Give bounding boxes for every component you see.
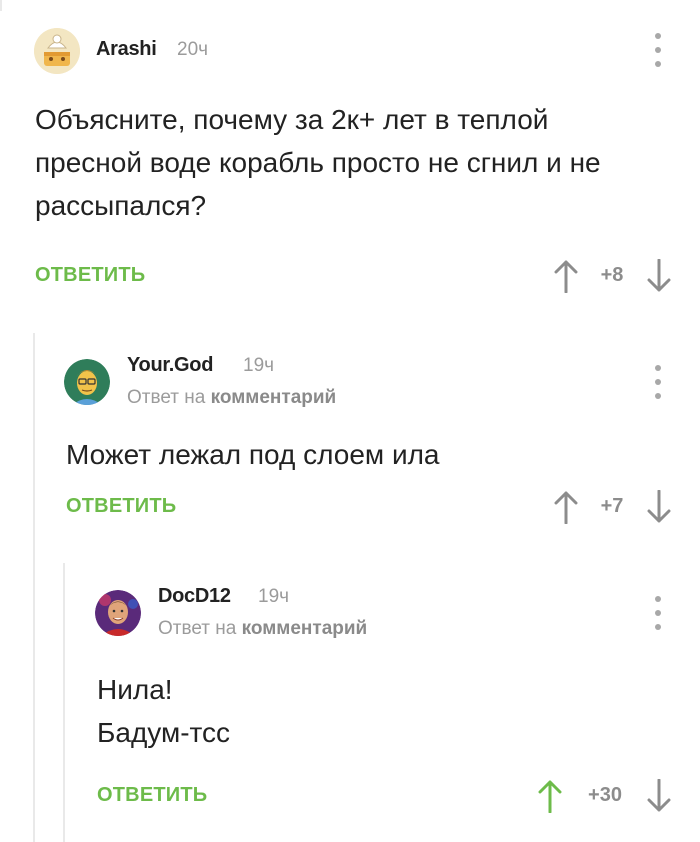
avatar[interactable] (95, 590, 141, 636)
comment-docd12: DocD12 19ч Ответ на комментарий Нила! Ба… (0, 0, 700, 842)
arrow-up-icon[interactable] (537, 779, 563, 814)
comment-author[interactable]: DocD12 (158, 585, 231, 608)
reply-to-link[interactable]: комментарий (242, 618, 368, 639)
comment-text-line: Бадум-тсс (97, 717, 231, 748)
rating-value: +30 (588, 784, 622, 806)
comment-text: Нила! Бадум-тсс (97, 668, 230, 754)
more-vertical-icon[interactable] (648, 596, 668, 630)
comment-time: 19ч (258, 586, 290, 607)
reply-button[interactable]: ОТВЕТИТЬ (97, 784, 207, 807)
reply-to-prefix: Ответ на (158, 618, 237, 639)
comment-text-line: Нила! (97, 674, 173, 705)
arrow-down-icon[interactable] (646, 778, 672, 813)
reply-to-info: Ответ на комментарий (158, 618, 367, 640)
